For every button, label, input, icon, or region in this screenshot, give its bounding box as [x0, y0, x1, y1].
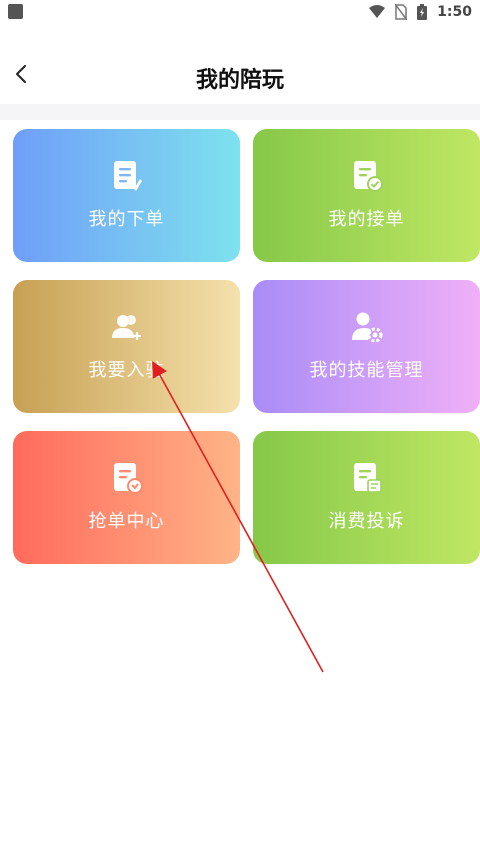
complaint-card[interactable]: 消费投诉 — [253, 431, 480, 564]
card-label: 我要入驻 — [88, 360, 165, 381]
skill-management-card[interactable]: 我的技能管理 — [253, 280, 480, 413]
battery-icon — [417, 4, 428, 20]
status-bar: 1:50 — [0, 0, 480, 24]
page-title: 我的陪玩 — [195, 68, 284, 93]
join-card[interactable]: 我要入驻 — [13, 280, 240, 413]
app-header: 我的陪玩 — [0, 40, 480, 110]
order-doc-check-icon — [353, 161, 383, 192]
order-doc-grab-icon — [113, 463, 143, 494]
menu-grid: 我的下单 我的接单 我要入驻 我的技能管理 抢单中心 消费投诉 — [13, 129, 480, 564]
user-gear-icon — [351, 312, 382, 343]
card-label: 我的接单 — [328, 209, 405, 230]
status-icons: 1:50 — [369, 2, 472, 22]
card-label: 我的技能管理 — [309, 360, 424, 381]
grab-order-center-card[interactable]: 抢单中心 — [13, 431, 240, 564]
card-label: 抢单中心 — [88, 511, 165, 532]
my-orders-card[interactable]: 我的下单 — [13, 129, 240, 262]
notification-icon — [8, 4, 23, 19]
status-time: 1:50 — [437, 4, 472, 20]
header-divider — [0, 104, 480, 120]
card-label: 消费投诉 — [328, 511, 405, 532]
order-doc-edit-icon — [113, 161, 142, 191]
card-label: 我的下单 — [88, 209, 165, 230]
complaint-doc-icon — [353, 463, 382, 493]
no-sim-icon — [395, 4, 408, 20]
user-add-icon — [111, 315, 141, 340]
wifi-icon — [369, 5, 386, 19]
my-accepted-orders-card[interactable]: 我的接单 — [253, 129, 480, 262]
